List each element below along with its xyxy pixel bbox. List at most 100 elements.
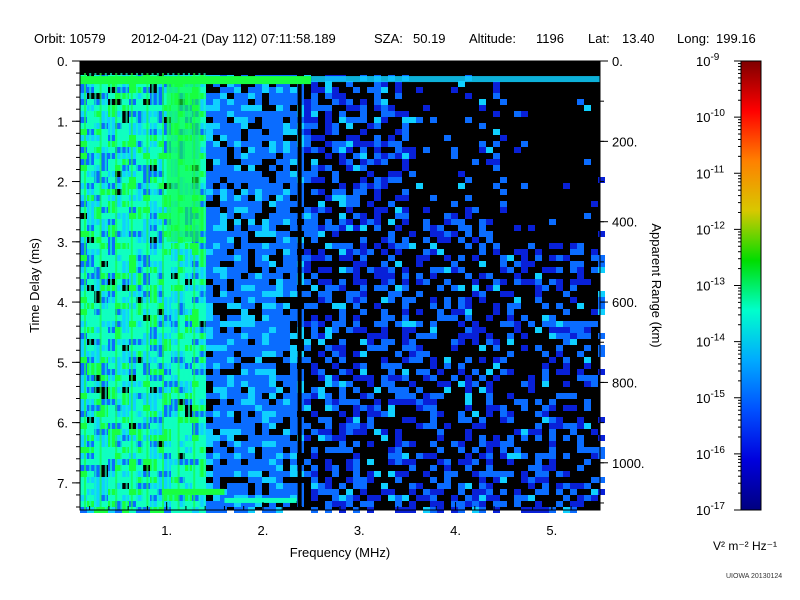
heatmap-cell [311,255,318,261]
heatmap-cell [171,345,178,351]
heatmap-cell [241,285,248,291]
heatmap-cell [577,417,584,423]
heatmap-cell [241,267,248,273]
heatmap-cell [206,423,213,429]
heatmap-cell [206,435,213,441]
heatmap-cell [500,477,507,483]
heatmap-cell [241,141,248,147]
heatmap-cell [395,87,402,93]
heatmap-cell [409,321,416,327]
heatmap-cell [241,351,248,357]
heatmap-cell [122,399,129,405]
heatmap-cell [353,471,360,477]
heatmap-cell [101,249,108,255]
heatmap-cell [535,399,542,405]
heatmap-cell [353,261,360,267]
heatmap-cell [472,333,479,339]
heatmap-cell [367,159,374,165]
heatmap-cell [535,465,542,471]
heatmap-cell [353,273,360,279]
heatmap-cell [549,399,556,405]
heatmap-cell [535,291,542,297]
heatmap-cell [122,129,129,135]
heatmap-cell [402,285,409,291]
heatmap-cell [409,231,416,237]
heatmap-cell [234,99,241,105]
heatmap-cell [304,303,311,309]
heatmap-cell [395,351,402,357]
heatmap-cell [332,447,339,453]
heatmap-cell [255,99,262,105]
heatmap-cell [500,291,507,297]
heatmap-cell [535,255,542,261]
heatmap-cell [248,417,255,423]
heatmap-cell [283,237,290,243]
heatmap-cell [535,297,542,303]
heatmap-cell [563,321,570,327]
heatmap-cell [318,369,325,375]
heatmap-cell [416,309,423,315]
heatmap-cell [206,99,213,105]
heatmap-cell [598,255,605,261]
heatmap-cell [381,177,388,183]
heatmap-cell [458,489,465,495]
heatmap-cell [395,207,402,213]
heatmap-cell [577,435,584,441]
heatmap-cell [311,159,318,165]
heatmap-cell [570,243,577,249]
heatmap-cell [360,429,367,435]
heatmap-cell [535,453,542,459]
heatmap-cell [325,399,332,405]
heatmap-cell [542,477,549,483]
heatmap-cell [241,471,248,477]
heatmap-cell [542,315,549,321]
heatmap-cell [241,177,248,183]
heatmap-cell [423,255,430,261]
heatmap-cell [374,177,381,183]
heatmap-cell [276,333,283,339]
heatmap-cell [374,207,381,213]
heatmap-cell [290,471,297,477]
heatmap-cell [325,429,332,435]
heatmap-cell [395,129,402,135]
heatmap-cell [374,117,381,123]
heatmap-cell [241,159,248,165]
heatmap-cell [206,147,213,153]
heatmap-cell [101,453,108,459]
heatmap-cell [101,423,108,429]
heatmap-cell [206,453,213,459]
heatmap-cell [598,351,605,357]
heatmap-cell [598,369,605,375]
heatmap-cell [353,267,360,273]
heatmap-cell [192,501,199,507]
heatmap-cell [192,405,199,411]
heatmap-cell [262,453,269,459]
heatmap-cell [227,387,234,393]
heatmap-cell [311,387,318,393]
heatmap-cell [542,417,549,423]
heatmap-cell [563,495,570,501]
heatmap-cell [227,327,234,333]
heatmap-cell [206,483,213,489]
heatmap-cell [227,201,234,207]
heatmap-cell [227,297,234,303]
heatmap-cell [248,321,255,327]
heatmap-cell [458,303,465,309]
heatmap-cell [423,237,430,243]
heatmap-cell [255,243,262,249]
heatmap-cell [416,357,423,363]
heatmap-cell [318,435,325,441]
heatmap-cell [325,195,332,201]
heatmap-cell [220,423,227,429]
heatmap-cell [346,219,353,225]
heatmap-cell [374,471,381,477]
heatmap-cell [206,261,213,267]
heatmap-cell [269,441,276,447]
heatmap-cell [500,267,507,273]
heatmap-cell [395,249,402,255]
heatmap-cell [353,477,360,483]
heatmap-cell [458,381,465,387]
heatmap-cell [213,231,220,237]
heatmap-cell [101,177,108,183]
heatmap-cell [409,345,416,351]
